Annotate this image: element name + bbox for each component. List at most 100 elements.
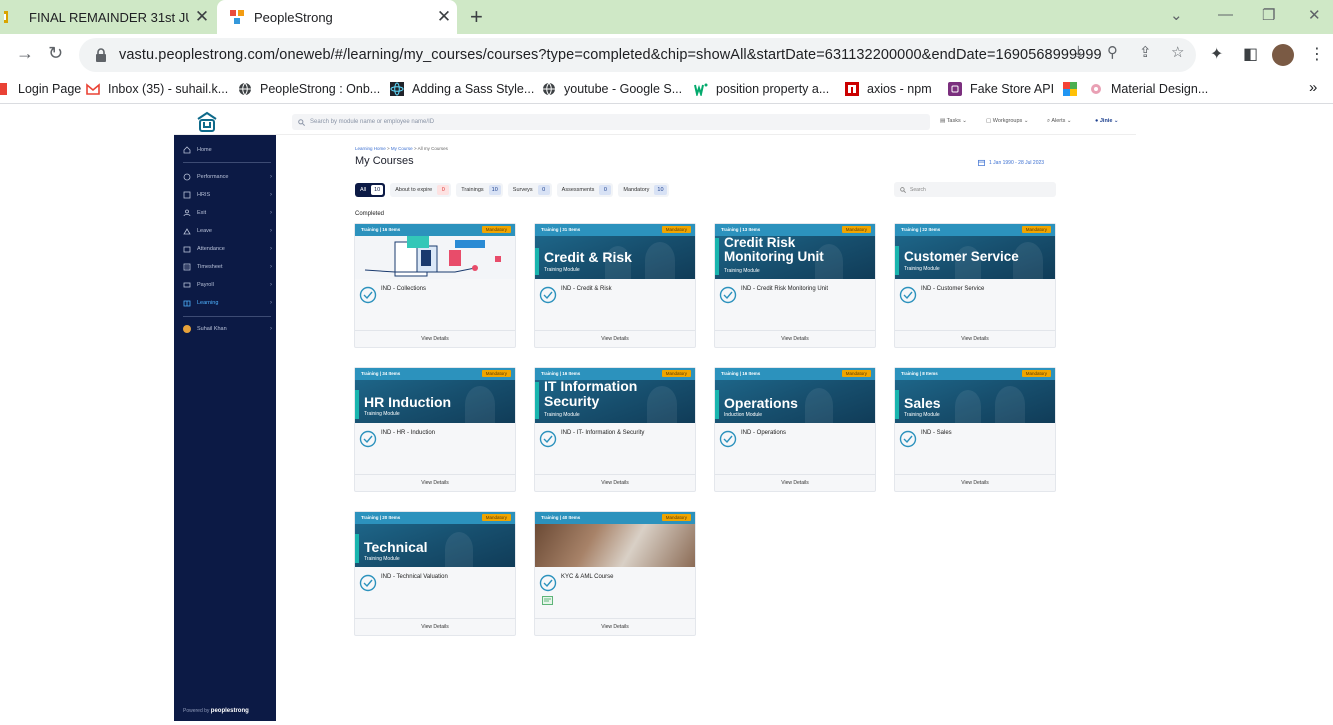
view-details-link[interactable]: View Details bbox=[715, 336, 875, 342]
install-icon[interactable]: ⤓ bbox=[1075, 43, 1082, 60]
course-banner: Training | 16 Items Mandatory IT Informa… bbox=[535, 368, 695, 423]
sidepanel-icon[interactable]: ◧ bbox=[1243, 44, 1258, 64]
app-search-input[interactable]: Search by module name or employee name/I… bbox=[292, 114, 930, 130]
alerts-menu[interactable]: ⌕ Alerts ⌄ bbox=[1047, 118, 1072, 125]
course-card-sales[interactable]: Training | 8 Items Mandatory Sales Train… bbox=[894, 367, 1056, 492]
course-search-input[interactable]: Search bbox=[894, 182, 1056, 197]
bookmark-axios-npm[interactable]: axios - npm bbox=[845, 82, 932, 96]
breadcrumb-learning-home[interactable]: Learning Home bbox=[355, 146, 386, 151]
course-card-hr-induction[interactable]: Training | 34 Items Mandatory HR Inducti… bbox=[354, 367, 516, 492]
chevron-right-icon: › bbox=[270, 228, 272, 234]
chip-trainings[interactable]: Trainings 10 bbox=[456, 183, 503, 197]
chip-assessments[interactable]: Assessments 0 bbox=[556, 183, 614, 197]
jinie-menu[interactable]: ● Jinie ⌄ bbox=[1095, 118, 1119, 124]
browser-tab-peoplestrong[interactable]: PeopleStrong ✕ bbox=[217, 0, 457, 34]
flower-icon bbox=[1091, 84, 1101, 94]
sidebar-item-attendance[interactable]: Attendance › bbox=[174, 242, 276, 256]
tab-close-icon[interactable]: ✕ bbox=[189, 7, 215, 27]
extensions-icon[interactable]: ✦ bbox=[1210, 44, 1223, 64]
minimize-icon[interactable]: — bbox=[1218, 6, 1233, 23]
course-card-collections[interactable]: Training | 16 Items Mandatory IND - Coll… bbox=[354, 223, 516, 348]
view-details-link[interactable]: View Details bbox=[895, 336, 1055, 342]
menu-kebab-icon[interactable]: ⋮ bbox=[1309, 44, 1325, 64]
kyc-photo bbox=[535, 524, 695, 567]
browser-tab-final-remainder[interactable]: FINAL REMAINDER 31st JULY- CC ✕ bbox=[0, 0, 215, 34]
completed-check-icon bbox=[719, 430, 737, 448]
view-details-link[interactable]: View Details bbox=[535, 624, 695, 630]
chip-all[interactable]: All 10 bbox=[355, 183, 386, 197]
sidebar-item-performance[interactable]: Performance › bbox=[174, 170, 276, 184]
view-details-link[interactable]: View Details bbox=[535, 336, 695, 342]
breadcrumb-my-course[interactable]: My Course bbox=[391, 146, 413, 151]
bookmark-position-property[interactable]: position property a... bbox=[694, 82, 829, 96]
sidebar-item-leave[interactable]: Leave › bbox=[174, 224, 276, 238]
chip-count: 0 bbox=[437, 185, 450, 195]
bookmark-fake-store-api[interactable]: Fake Store API bbox=[948, 82, 1054, 96]
chip-surveys[interactable]: Surveys 0 bbox=[507, 183, 552, 197]
completed-check-icon bbox=[719, 286, 737, 304]
view-details-link[interactable]: View Details bbox=[895, 480, 1055, 486]
course-card-kyc-aml[interactable]: Training | 40 Items Mandatory KYC & AML … bbox=[534, 511, 696, 636]
date-range-picker[interactable]: 1 Jan 1990 - 28 Jul 2023 bbox=[978, 159, 1044, 166]
tab-search-chevron-icon[interactable]: ⌄ bbox=[1170, 6, 1183, 24]
course-card-technical[interactable]: Training | 20 Items Mandatory Technical … bbox=[354, 511, 516, 636]
mandatory-badge: Mandatory bbox=[661, 226, 691, 233]
tab-close-icon[interactable]: ✕ bbox=[431, 7, 457, 27]
restore-icon[interactable]: ❐ bbox=[1262, 6, 1275, 24]
bookmark-sass-style[interactable]: Adding a Sass Style... bbox=[390, 82, 534, 96]
course-card-it-security[interactable]: Training | 16 Items Mandatory IT Informa… bbox=[534, 367, 696, 492]
banner-title: Credit Risk Monitoring Unit bbox=[724, 235, 824, 265]
chip-mandatory[interactable]: Mandatory 10 bbox=[618, 183, 669, 197]
bookmark-youtube-search[interactable]: youtube - Google S... bbox=[542, 82, 682, 96]
bookmark-material-design-label[interactable]: Material Design... bbox=[1089, 82, 1208, 96]
banner-figure bbox=[805, 388, 833, 423]
course-card-operations[interactable]: Training | 16 Items Mandatory Operations… bbox=[714, 367, 876, 492]
new-tab-button[interactable]: + bbox=[470, 4, 483, 30]
timesheet-icon bbox=[183, 263, 191, 271]
certificate-icon[interactable] bbox=[542, 596, 553, 605]
course-name: IND - Collections bbox=[381, 286, 427, 292]
sidebar-item-timesheet[interactable]: Timesheet › bbox=[174, 260, 276, 274]
profile-avatar[interactable] bbox=[1272, 44, 1294, 66]
banner-figure bbox=[995, 386, 1025, 423]
url-text: vastu.peoplestrong.com/oneweb/#/learning… bbox=[119, 47, 1102, 63]
course-banner: Training | 34 Items Mandatory HR Inducti… bbox=[355, 368, 515, 423]
bookmark-star-icon[interactable]: ☆ bbox=[1171, 43, 1184, 61]
address-bar[interactable]: vastu.peoplestrong.com/oneweb/#/learning… bbox=[79, 38, 1196, 72]
bookmark-label: PeopleStrong : Onb... bbox=[260, 82, 381, 96]
course-meta: Training | 22 Items bbox=[901, 227, 941, 232]
bookmark-inbox[interactable]: Inbox (35) - suhail.k... bbox=[86, 82, 228, 96]
bookmark-peoplestrong-onb[interactable]: PeopleStrong : Onb... bbox=[238, 82, 380, 96]
view-details-link[interactable]: View Details bbox=[715, 480, 875, 486]
reload-icon[interactable]: ↻ bbox=[48, 43, 63, 64]
window-close-icon[interactable]: ✕ bbox=[1308, 6, 1321, 24]
zoom-icon[interactable]: ⚲ bbox=[1107, 43, 1118, 61]
view-details-link[interactable]: View Details bbox=[355, 624, 515, 630]
course-card-credit-risk[interactable]: Training | 31 Items Mandatory Credit & R… bbox=[534, 223, 696, 348]
view-details-link[interactable]: View Details bbox=[355, 480, 515, 486]
view-details-link[interactable]: View Details bbox=[355, 336, 515, 342]
workgroups-menu[interactable]: ▢ Workgroups ⌄ bbox=[986, 118, 1028, 124]
tasks-menu[interactable]: ▤ Tasks ⌄ bbox=[940, 118, 967, 124]
course-card-credit-risk-monitoring[interactable]: Training | 13 Items Mandatory Credit Ris… bbox=[714, 223, 876, 348]
sidebar-item-payroll[interactable]: Payroll › bbox=[174, 278, 276, 292]
banner-accent bbox=[355, 390, 359, 419]
bookmark-login-page[interactable]: Login Page bbox=[0, 82, 81, 96]
learning-icon bbox=[183, 300, 191, 307]
more-bookmarks-icon[interactable]: » bbox=[1309, 79, 1317, 96]
sidebar-item-home[interactable]: Home bbox=[174, 143, 276, 157]
globe-icon bbox=[543, 82, 555, 96]
forward-icon[interactable]: → bbox=[16, 43, 34, 64]
chip-about-to-expire[interactable]: About to expire 0 bbox=[390, 183, 452, 197]
course-card-customer-service[interactable]: Training | 22 Items Mandatory Customer S… bbox=[894, 223, 1056, 348]
sidebar-item-hris[interactable]: HRIS › bbox=[174, 188, 276, 202]
bookmark-material-design[interactable] bbox=[1063, 82, 1085, 96]
sidebar-user[interactable]: Suhail Khan › bbox=[174, 322, 276, 336]
view-details-link[interactable]: View Details bbox=[535, 480, 695, 486]
share-icon[interactable]: ⇪ bbox=[1139, 43, 1152, 61]
sidebar-item-learning[interactable]: Learning › bbox=[174, 296, 276, 310]
bookmark-label: Inbox (35) - suhail.k... bbox=[108, 82, 229, 96]
sidebar-item-exit[interactable]: Exit › bbox=[174, 206, 276, 220]
chevron-right-icon: › bbox=[270, 210, 272, 216]
peoplestrong-logo-icon[interactable] bbox=[196, 111, 218, 133]
